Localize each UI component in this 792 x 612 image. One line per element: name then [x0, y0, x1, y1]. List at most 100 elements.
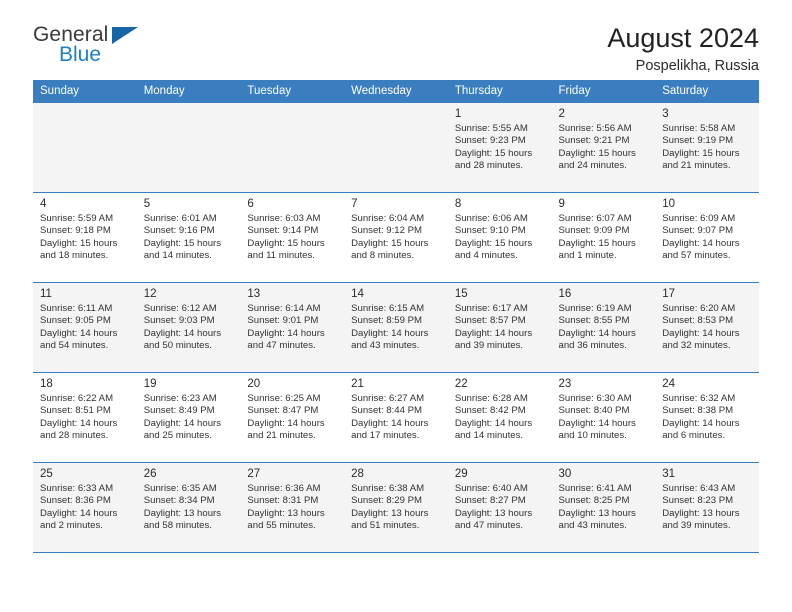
- day-number: 2: [558, 108, 565, 120]
- calendar-day-cell[interactable]: 27 Sunrise: 6:36 AM Sunset: 8:31 PM Dayli…: [240, 462, 345, 553]
- day-sun-info: Sunrise: 6:06 AM Sunset: 9:10 PM Dayligh…: [454, 213, 533, 262]
- day-number: 1: [454, 108, 462, 120]
- calendar-day-cell-empty: [33, 102, 137, 193]
- calendar-day-cell[interactable]: 29 Sunrise: 6:40 AM Sunset: 8:27 PM Dayli…: [447, 462, 552, 553]
- weekday-header-monday: Monday: [136, 80, 241, 103]
- calendar-day-cell[interactable]: 22 Sunrise: 6:28 AM Sunset: 8:42 PM Dayli…: [447, 372, 552, 463]
- page-title: August 2024: [607, 23, 759, 53]
- day-number: 15: [454, 288, 468, 300]
- calendar-day-cell[interactable]: 20 Sunrise: 6:25 AM Sunset: 8:47 PM Dayli…: [240, 372, 345, 463]
- calendar-day-cell[interactable]: 17 Sunrise: 6:20 AM Sunset: 8:53 PM Dayli…: [655, 282, 759, 373]
- calendar-day-cell[interactable]: 19 Sunrise: 6:23 AM Sunset: 8:49 PM Dayli…: [136, 372, 241, 463]
- calendar-day-cell-empty: [344, 102, 448, 193]
- calendar-week-row: 4 Sunrise: 5:59 AM Sunset: 9:18 PM Daylig…: [33, 192, 759, 283]
- day-cell-content: 4 Sunrise: 5:59 AM Sunset: 9:18 PM Daylig…: [33, 193, 137, 263]
- day-sun-info: Sunrise: 6:17 AM Sunset: 8:57 PM Dayligh…: [454, 303, 533, 352]
- calendar-page: General Blue August 2024 Pospelikha, Rus…: [0, 0, 792, 612]
- calendar-day-cell[interactable]: 21 Sunrise: 6:27 AM Sunset: 8:44 PM Dayli…: [344, 372, 448, 463]
- calendar-day-cell[interactable]: 15 Sunrise: 6:17 AM Sunset: 8:57 PM Dayli…: [447, 282, 552, 373]
- calendar-day-cell[interactable]: 26 Sunrise: 6:35 AM Sunset: 8:34 PM Dayli…: [136, 462, 241, 553]
- day-sun-info: Sunrise: 6:40 AM Sunset: 8:27 PM Dayligh…: [454, 483, 533, 532]
- calendar-day-cell[interactable]: 23 Sunrise: 6:30 AM Sunset: 8:40 PM Dayli…: [551, 372, 656, 463]
- calendar-day-cell[interactable]: 28 Sunrise: 6:38 AM Sunset: 8:29 PM Dayli…: [344, 462, 448, 553]
- day-sun-info: Sunrise: 6:01 AM Sunset: 9:16 PM Dayligh…: [143, 213, 222, 262]
- day-cell-content: [137, 103, 241, 108]
- day-sun-info: Sunrise: 6:36 AM Sunset: 8:31 PM Dayligh…: [247, 483, 325, 532]
- day-sun-info: Sunrise: 6:09 AM Sunset: 9:07 PM Dayligh…: [662, 213, 740, 262]
- day-sun-info: Sunrise: 6:32 AM Sunset: 8:38 PM Dayligh…: [662, 393, 740, 442]
- day-sun-info: Sunrise: 5:59 AM Sunset: 9:18 PM Dayligh…: [40, 213, 118, 262]
- day-number: 13: [247, 288, 261, 300]
- calendar-day-cell[interactable]: 3 Sunrise: 5:58 AM Sunset: 9:19 PM Daylig…: [655, 102, 759, 193]
- day-number: 29: [454, 468, 468, 480]
- day-cell-content: 23 Sunrise: 6:30 AM Sunset: 8:40 PM Dayli…: [552, 373, 656, 443]
- calendar-day-cell[interactable]: 8 Sunrise: 6:06 AM Sunset: 9:10 PM Daylig…: [447, 192, 552, 283]
- day-number: 21: [351, 378, 364, 390]
- day-cell-content: 5 Sunrise: 6:01 AM Sunset: 9:16 PM Daylig…: [137, 193, 241, 263]
- day-cell-content: 28 Sunrise: 6:38 AM Sunset: 8:29 PM Dayli…: [344, 463, 448, 533]
- calendar-body: 1 Sunrise: 5:55 AM Sunset: 9:23 PM Daylig…: [33, 102, 759, 553]
- day-cell-content: 21 Sunrise: 6:27 AM Sunset: 8:44 PM Dayli…: [344, 373, 448, 443]
- day-number: 7: [351, 198, 358, 210]
- calendar-day-cell[interactable]: 2 Sunrise: 5:56 AM Sunset: 9:21 PM Daylig…: [551, 102, 656, 193]
- calendar-day-cell[interactable]: 9 Sunrise: 6:07 AM Sunset: 9:09 PM Daylig…: [551, 192, 656, 283]
- day-sun-info: Sunrise: 6:11 AM Sunset: 9:05 PM Dayligh…: [40, 303, 118, 352]
- calendar-day-cell[interactable]: 11 Sunrise: 6:11 AM Sunset: 9:05 PM Dayli…: [33, 282, 137, 373]
- day-cell-content: 9 Sunrise: 6:07 AM Sunset: 9:09 PM Daylig…: [552, 193, 656, 263]
- day-sun-info: Sunrise: 6:27 AM Sunset: 8:44 PM Dayligh…: [351, 393, 429, 442]
- day-cell-content: 11 Sunrise: 6:11 AM Sunset: 9:05 PM Dayli…: [33, 283, 137, 353]
- brand-name-blue: Blue: [59, 43, 102, 66]
- calendar-day-cell[interactable]: 18 Sunrise: 6:22 AM Sunset: 8:51 PM Dayli…: [33, 372, 137, 463]
- day-sun-info: Sunrise: 6:41 AM Sunset: 8:25 PM Dayligh…: [558, 483, 636, 532]
- day-cell-content: 7 Sunrise: 6:04 AM Sunset: 9:12 PM Daylig…: [344, 193, 448, 263]
- day-number: 5: [143, 198, 151, 210]
- day-sun-info: Sunrise: 6:03 AM Sunset: 9:14 PM Dayligh…: [247, 213, 325, 262]
- day-number: 28: [351, 468, 364, 480]
- day-sun-info: Sunrise: 6:19 AM Sunset: 8:55 PM Dayligh…: [558, 303, 636, 352]
- day-sun-info: Sunrise: 6:22 AM Sunset: 8:51 PM Dayligh…: [40, 393, 118, 442]
- calendar-day-cell[interactable]: 24 Sunrise: 6:32 AM Sunset: 8:38 PM Dayli…: [655, 372, 759, 463]
- brand-triangle-icon: [112, 27, 138, 44]
- title-block: August 2024 Pospelikha, Russia: [607, 23, 759, 75]
- day-sun-info: Sunrise: 6:12 AM Sunset: 9:03 PM Dayligh…: [143, 303, 222, 352]
- day-cell-content: 24 Sunrise: 6:32 AM Sunset: 8:38 PM Dayli…: [655, 373, 759, 443]
- calendar-week-row: 25 Sunrise: 6:33 AM Sunset: 8:36 PM Dayli…: [33, 462, 759, 553]
- calendar-day-cell[interactable]: 31 Sunrise: 6:43 AM Sunset: 8:23 PM Dayli…: [655, 462, 759, 553]
- calendar-day-cell[interactable]: 1 Sunrise: 5:55 AM Sunset: 9:23 PM Daylig…: [447, 102, 552, 193]
- day-number: 18: [40, 378, 53, 390]
- calendar-day-cell[interactable]: 30 Sunrise: 6:41 AM Sunset: 8:25 PM Dayli…: [551, 462, 656, 553]
- day-cell-content: 13 Sunrise: 6:14 AM Sunset: 9:01 PM Dayli…: [240, 283, 344, 353]
- calendar-day-cell[interactable]: 4 Sunrise: 5:59 AM Sunset: 9:18 PM Daylig…: [33, 192, 137, 283]
- weekday-header-saturday: Saturday: [655, 80, 759, 103]
- calendar-day-cell[interactable]: 14 Sunrise: 6:15 AM Sunset: 8:59 PM Dayli…: [344, 282, 448, 373]
- day-cell-content: 15 Sunrise: 6:17 AM Sunset: 8:57 PM Dayli…: [448, 283, 552, 353]
- calendar-day-cell-empty: [240, 102, 345, 193]
- day-cell-content: 8 Sunrise: 6:06 AM Sunset: 9:10 PM Daylig…: [448, 193, 552, 263]
- calendar-day-cell[interactable]: 13 Sunrise: 6:14 AM Sunset: 9:01 PM Dayli…: [240, 282, 345, 373]
- calendar-day-cell[interactable]: 25 Sunrise: 6:33 AM Sunset: 8:36 PM Dayli…: [33, 462, 137, 553]
- brand-logo[interactable]: General Blue: [33, 24, 153, 70]
- day-sun-info: Sunrise: 6:43 AM Sunset: 8:23 PM Dayligh…: [662, 483, 740, 532]
- calendar-day-cell[interactable]: 6 Sunrise: 6:03 AM Sunset: 9:14 PM Daylig…: [240, 192, 345, 283]
- calendar-week-row: 1 Sunrise: 5:55 AM Sunset: 9:23 PM Daylig…: [33, 102, 759, 193]
- day-cell-content: 3 Sunrise: 5:58 AM Sunset: 9:19 PM Daylig…: [655, 103, 759, 173]
- weekday-header-friday: Friday: [551, 80, 656, 103]
- calendar-day-cell[interactable]: 16 Sunrise: 6:19 AM Sunset: 8:55 PM Dayli…: [551, 282, 656, 373]
- calendar-day-cell[interactable]: 7 Sunrise: 6:04 AM Sunset: 9:12 PM Daylig…: [344, 192, 448, 283]
- day-sun-info: Sunrise: 5:56 AM Sunset: 9:21 PM Dayligh…: [558, 123, 636, 172]
- calendar-day-cell-empty: [136, 102, 241, 193]
- day-number: 9: [558, 198, 565, 210]
- calendar-day-cell[interactable]: 10 Sunrise: 6:09 AM Sunset: 9:07 PM Dayli…: [655, 192, 759, 283]
- day-sun-info: Sunrise: 6:25 AM Sunset: 8:47 PM Dayligh…: [247, 393, 325, 442]
- day-cell-content: 20 Sunrise: 6:25 AM Sunset: 8:47 PM Dayli…: [240, 373, 344, 443]
- calendar-day-cell[interactable]: 12 Sunrise: 6:12 AM Sunset: 9:03 PM Dayli…: [136, 282, 241, 373]
- day-cell-content: 16 Sunrise: 6:19 AM Sunset: 8:55 PM Dayli…: [552, 283, 656, 353]
- day-number: 17: [662, 288, 676, 300]
- day-cell-content: 29 Sunrise: 6:40 AM Sunset: 8:27 PM Dayli…: [448, 463, 552, 533]
- calendar-day-cell[interactable]: 5 Sunrise: 6:01 AM Sunset: 9:16 PM Daylig…: [136, 192, 241, 283]
- day-number: 16: [558, 288, 572, 300]
- day-number: 10: [662, 198, 676, 210]
- day-sun-info: Sunrise: 6:15 AM Sunset: 8:59 PM Dayligh…: [351, 303, 429, 352]
- day-number: 24: [662, 378, 676, 390]
- day-cell-content: 25 Sunrise: 6:33 AM Sunset: 8:36 PM Dayli…: [33, 463, 137, 533]
